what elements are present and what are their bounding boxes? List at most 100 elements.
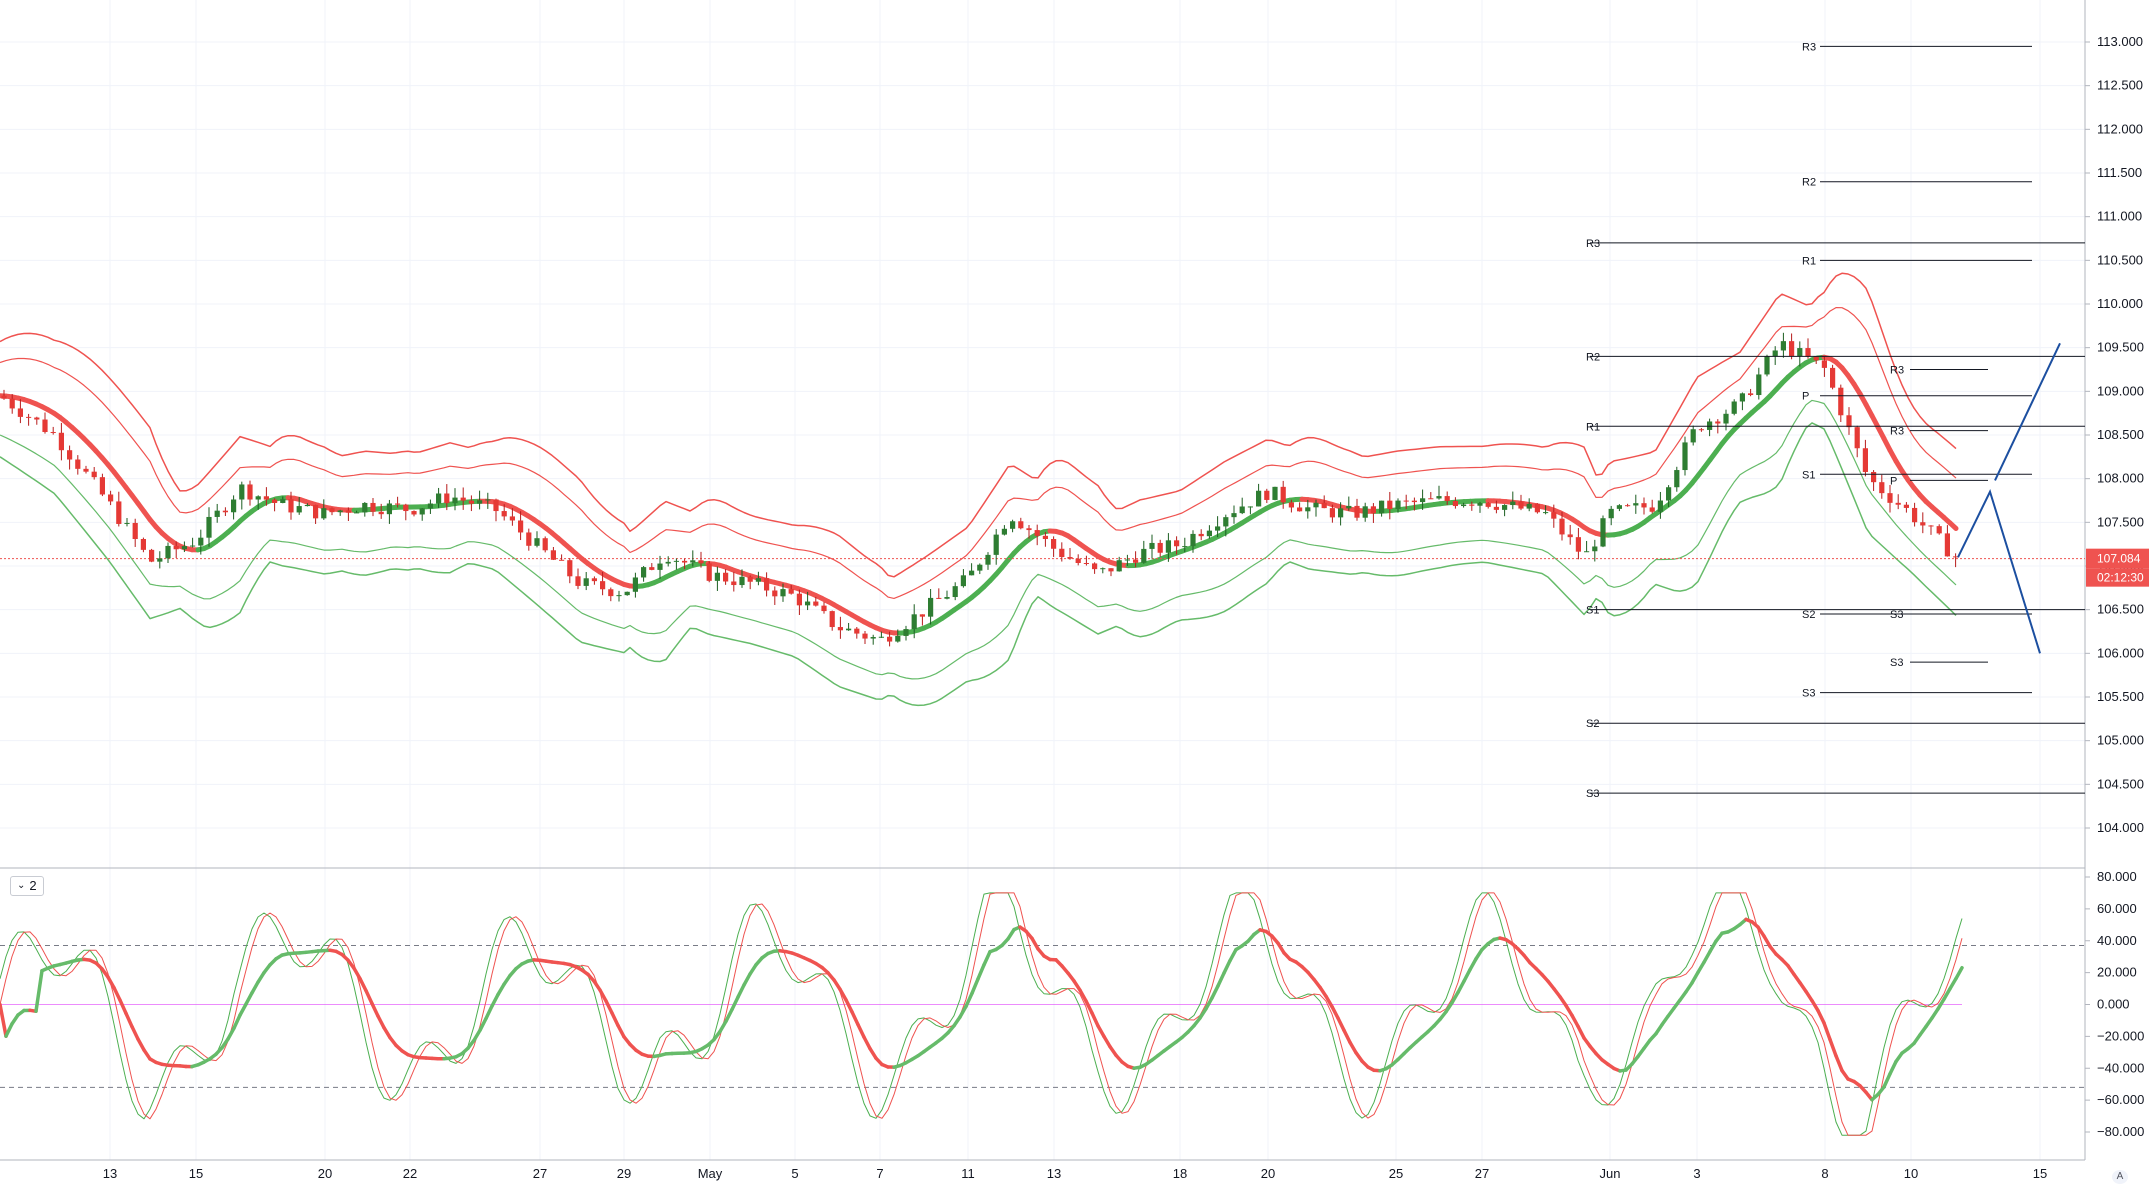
candle-body [1297, 507, 1303, 512]
oscillator-signal-segment [730, 995, 740, 1012]
oscillator-signal-segment [250, 980, 260, 995]
candle-body [1116, 560, 1122, 572]
candle-body [1395, 500, 1401, 510]
candle-body [1313, 502, 1319, 508]
candle-body [1100, 568, 1106, 570]
pivot-label: R3 [1890, 426, 1904, 438]
candle-body [485, 499, 491, 501]
candle-body [1420, 498, 1426, 503]
time-tick-label: 15 [2033, 1166, 2047, 1181]
candle-body [1510, 501, 1516, 506]
candle-body [99, 477, 105, 495]
time-axis[interactable]: 13 15 20 22 27 29 May 5 7 11 13 18 20 25 27 Jun 3 8 10 15 [103, 1166, 2047, 1181]
candle-body [173, 545, 179, 550]
candle-body [887, 636, 893, 642]
indicator-legend-button[interactable]: ⌄ 2 [10, 876, 44, 896]
candle-body [140, 539, 146, 550]
candle-body [952, 586, 958, 598]
candle-body [1321, 502, 1327, 509]
time-tick-label: 27 [1475, 1166, 1489, 1181]
candle-body [969, 570, 975, 576]
candle-body [1731, 401, 1737, 414]
zigzag-line-up [1994, 342, 2061, 481]
candle-body [1354, 505, 1360, 518]
candle-body [575, 576, 581, 586]
zigzag-line-down [1957, 489, 2041, 654]
oscillator-signal-segment [1324, 994, 1334, 1009]
indicator-label: 2 [29, 878, 37, 893]
candle-body [91, 471, 97, 478]
price-tick-label: 111.500 [2097, 165, 2142, 180]
candle-body [1305, 507, 1311, 512]
zigzag-projection[interactable] [1957, 342, 2061, 654]
candle-body [1001, 528, 1007, 535]
pivot-label: R3 [1890, 365, 1904, 377]
oscillator-signal-segment [1216, 971, 1226, 988]
candle-body [854, 628, 860, 634]
candle-body [526, 532, 532, 546]
candle-body [1895, 502, 1901, 505]
pivot-label: P [1802, 391, 1809, 403]
candle-body [1674, 470, 1680, 488]
candle-body [1805, 348, 1811, 357]
candle-body [1428, 498, 1434, 500]
pivot-label: R1 [1586, 421, 1600, 433]
time-tick-label: 15 [189, 1166, 203, 1181]
candle-body [1288, 502, 1294, 508]
candle-body [1526, 503, 1532, 509]
candlesticks [1, 332, 1959, 647]
candle-body [1690, 429, 1696, 443]
candle-body [1559, 518, 1565, 535]
candle-body [1715, 421, 1721, 424]
candle-body [657, 563, 663, 570]
candle-body [1485, 503, 1491, 507]
auto-scale-button[interactable]: A [2112, 1170, 2128, 1184]
candle-body [624, 591, 630, 596]
candle-body [1649, 507, 1655, 512]
candle-body [821, 605, 827, 612]
lower-band-inner [0, 399, 1957, 680]
osc-tick-label: −80.000 [2097, 1124, 2144, 1139]
candle-body [313, 504, 319, 519]
time-tick-label: 10 [1904, 1166, 1918, 1181]
oscillator-signal-segment [370, 1001, 380, 1018]
candle-body [198, 537, 204, 546]
candle-body [1256, 490, 1262, 507]
candle-body [796, 593, 802, 606]
candle-body [846, 628, 852, 631]
price-chart[interactable]: R3 R2 R1 S1 S2 S3 R3 R2 R1 P S1 S2 S3 R3 R3 P S3 S3 113.0… [0, 0, 2150, 1187]
candle-body [329, 508, 335, 513]
candle-body [1912, 507, 1918, 523]
candle-body [788, 589, 794, 594]
candle-body [411, 511, 417, 515]
candle-body [419, 508, 425, 515]
candle-body [583, 578, 589, 586]
candle-body [468, 500, 474, 504]
candle-body [870, 637, 876, 639]
candle-body [1764, 356, 1770, 375]
osc-tick-label: 20.000 [2097, 965, 2137, 980]
time-tick-label: 3 [1693, 1166, 1700, 1181]
time-tick-label: 5 [791, 1166, 798, 1181]
candle-body [829, 611, 835, 628]
candle-body [1059, 548, 1065, 558]
last-price-badge: 107.084 02:12:30 [2086, 548, 2149, 587]
price-tick-label: 109.500 [2097, 340, 2144, 355]
candle-body [1018, 521, 1024, 529]
candle-body [132, 522, 138, 540]
candle-body [1543, 512, 1549, 514]
candle-body [755, 578, 761, 582]
candle-body [1502, 505, 1508, 510]
candle-body [1608, 508, 1614, 519]
candle-body [1461, 504, 1467, 507]
oscillator-signal-segment [1828, 1037, 1838, 1058]
oscillator-signal-segment [34, 968, 44, 1013]
candle-body [501, 511, 507, 517]
candle-body [911, 614, 917, 630]
candle-body [75, 459, 81, 469]
price-tick-label: 108.000 [2097, 471, 2144, 486]
pivot-label: S3 [1586, 788, 1599, 800]
grid [0, 0, 2086, 1161]
osc-tick-label: −60.000 [2097, 1092, 2144, 1107]
price-tick-label: 112.500 [2097, 78, 2143, 93]
